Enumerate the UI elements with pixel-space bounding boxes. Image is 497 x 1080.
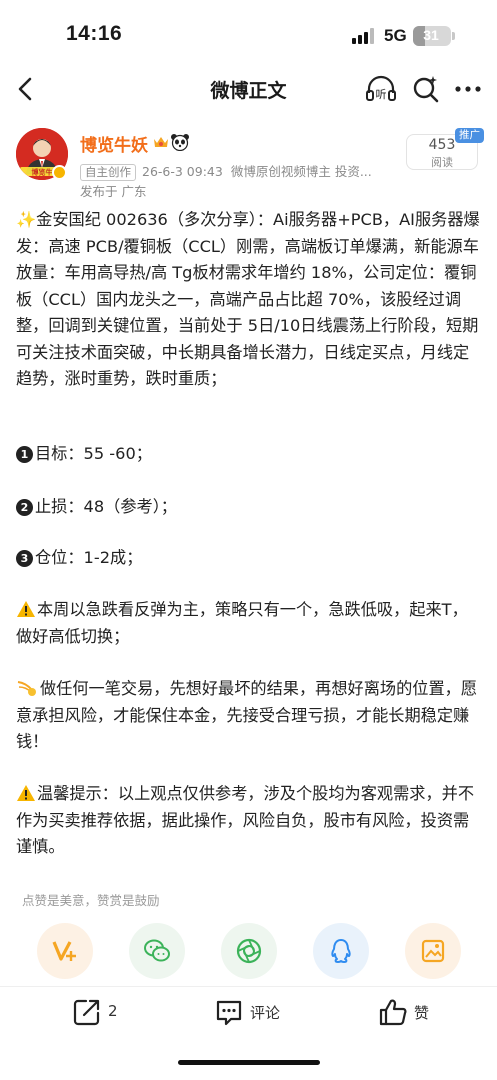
search-icon[interactable] (410, 73, 442, 105)
position-text: 仓位：1-2成； (35, 548, 143, 567)
comet-icon (17, 681, 36, 696)
save-image-button[interactable] (405, 923, 461, 979)
network-type: 5G (384, 26, 407, 45)
number-one-icon: 1 (16, 446, 33, 463)
reward-vplus-button[interactable] (37, 923, 93, 979)
post-date: 26-6-3 09:43 (142, 164, 223, 179)
share-count: 2 (108, 1002, 118, 1020)
listen-icon[interactable]: 听 (364, 74, 398, 104)
reward-hint: 点赞是美意，赞赏是鼓励 (22, 893, 160, 908)
warning-icon (17, 785, 35, 801)
read-label: 阅读 (431, 156, 453, 169)
post-meta: 自主创作 26-6-3 09:43 微博原创视频博主 投资... (80, 161, 372, 181)
share-icon (73, 999, 100, 1026)
sparkle-icon: ✨ (16, 210, 37, 229)
nav-bar: 微博正文 听 (0, 64, 497, 114)
post-paragraph: ✨金安国纪 002636（多次分享）：Ai服务器+PCB，AI服务器爆发：高速 … (16, 207, 482, 393)
wechat-icon (144, 939, 170, 962)
tip-paragraph: 温馨提示：以上观点仅供参考，涉及个股均为客观需求，并不作为买卖推荐依据，据此操作… (16, 781, 482, 861)
more-icon[interactable] (452, 76, 484, 102)
crown-icon (154, 137, 168, 147)
battery-icon: 31 (413, 26, 451, 46)
save-image-icon (421, 939, 445, 963)
trade-paragraph: 做任何一笔交易，先想好最坏的结果，再想好离场的位置，愿意承担风险，才能保住本金，… (16, 676, 482, 756)
strategy-text: 本周以急跌看反弹为主，策略只有一个，急跌低吸，起来T，做好高低切换； (16, 600, 468, 646)
number-three-icon: 3 (16, 550, 33, 567)
comment-label: 评论 (250, 1004, 281, 1022)
like-label: 赞 (414, 1004, 430, 1022)
clock: 14:16 (66, 22, 123, 45)
thumbs-up-icon (379, 999, 407, 1026)
status-bar: 14:16 5G 31 (0, 0, 497, 72)
comment-icon (216, 1000, 242, 1026)
share-moments-button[interactable] (221, 923, 277, 979)
post-location: 发布于 广东 (80, 184, 147, 199)
svg-text:听: 听 (376, 88, 387, 101)
trade-text: 做任何一笔交易，先想好最坏的结果，再想好离场的位置，愿意承担风险，才能保住本金，… (16, 679, 478, 751)
stop-loss-line: 2 止损：48（参考）； (16, 494, 482, 521)
verified-badge-icon (52, 165, 67, 180)
signal-icon (352, 28, 376, 44)
share-qq-button[interactable] (313, 923, 369, 979)
author-name[interactable]: 博览牛妖 (80, 131, 148, 156)
aperture-icon (236, 938, 262, 964)
battery-tip (452, 32, 455, 40)
home-indicator[interactable] (178, 1060, 320, 1065)
share-wechat-button[interactable] (129, 923, 185, 979)
target-text: 目标：55 -60； (35, 444, 152, 463)
bottom-action-bar: 2 评论 赞 (0, 986, 497, 1080)
number-two-icon: 2 (16, 499, 33, 516)
stop-loss-text: 止损：48（参考）； (35, 497, 177, 516)
original-tag: 自主创作 (80, 164, 136, 181)
panda-icon (171, 134, 189, 151)
author-description: 微博原创视频博主 投资... (230, 164, 372, 179)
tip-text: 温馨提示：以上观点仅供参考，涉及个股均为客观需求，并不作为买卖推荐依据，据此操作… (16, 784, 475, 856)
vplus-icon (52, 941, 76, 961)
target-line: 1 目标：55 -60； (16, 441, 482, 468)
svg-text:博览牛: 博览牛 (32, 168, 53, 177)
promo-tag[interactable]: 推广 (455, 128, 484, 143)
battery-level: 31 (423, 27, 439, 43)
post-intro: 金安国纪 002636（多次分享）：Ai服务器+PCB，AI服务器爆发：高速 P… (16, 210, 480, 388)
position-line: 3 仓位：1-2成； (16, 545, 482, 572)
qq-icon (331, 939, 351, 963)
warning-icon (17, 601, 35, 617)
strategy-paragraph: 本周以急跌看反弹为主，策略只有一个，急跌低吸，起来T，做好高低切换； (16, 597, 482, 650)
